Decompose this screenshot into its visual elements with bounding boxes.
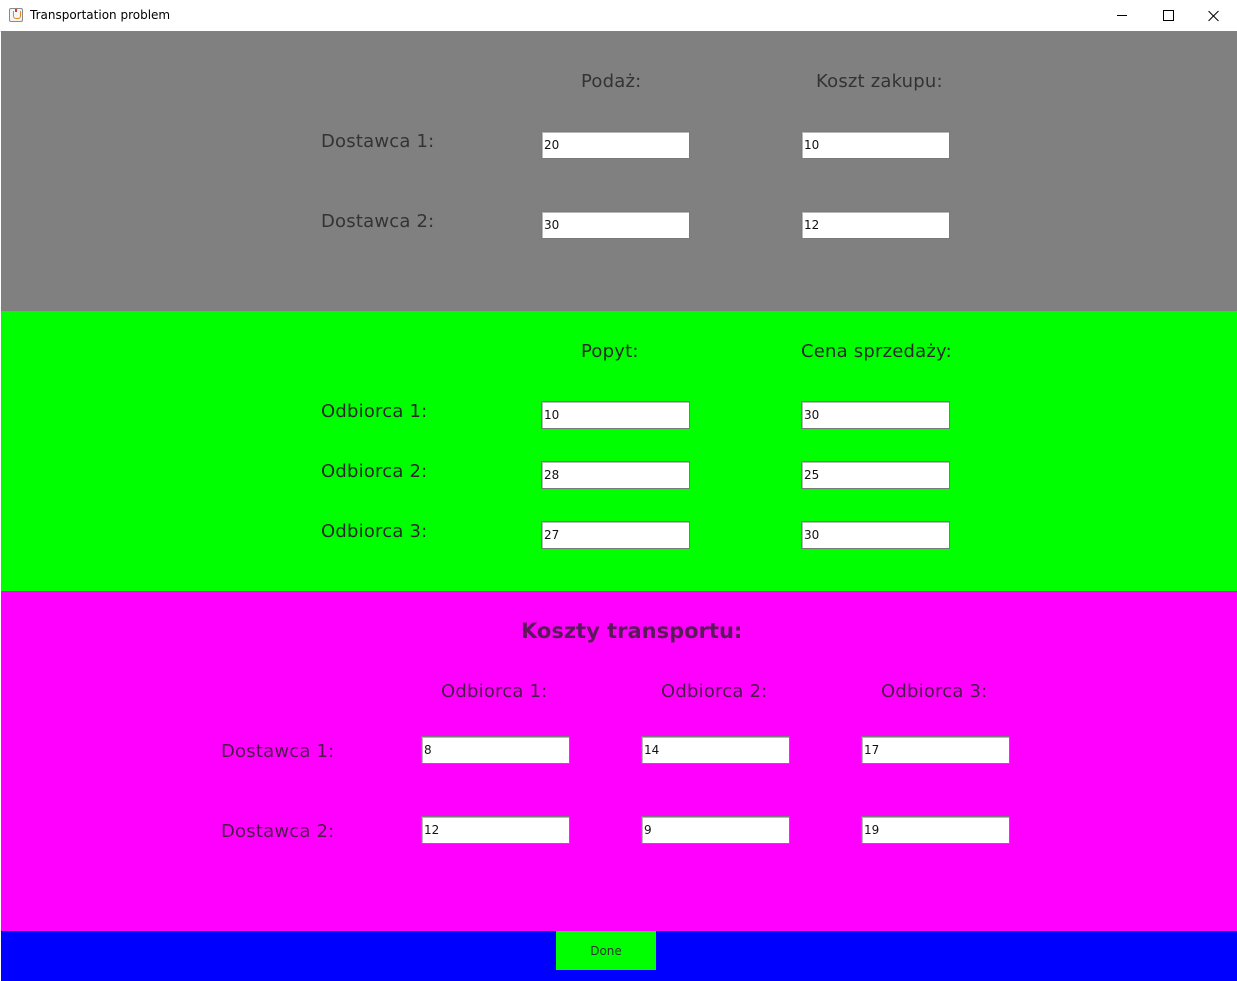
- close-icon: [1208, 10, 1220, 22]
- done-button[interactable]: Done: [556, 931, 656, 970]
- transport-cost-s1-r3[interactable]: [861, 736, 1010, 764]
- supplier-1-label: Dostawca 1:: [321, 131, 435, 152]
- recipient-1-label: Odbiorca 1:: [321, 401, 428, 422]
- maximize-icon: [1162, 10, 1174, 21]
- recipient-2-label: Odbiorca 2:: [321, 461, 428, 482]
- transport-costs-panel: Koszty transportu: Odbiorca 1: Odbiorca …: [1, 591, 1237, 931]
- minimize-button[interactable]: [1099, 0, 1145, 31]
- java-coffee-icon: [9, 8, 23, 22]
- transport-row-supplier-2: Dostawca 2:: [221, 821, 335, 842]
- recipient-1-demand-field[interactable]: [541, 401, 690, 429]
- recipient-3-price-field[interactable]: [801, 521, 950, 549]
- supplier-2-supply-field[interactable]: [541, 211, 690, 239]
- recipient-1-price-field[interactable]: [801, 401, 950, 429]
- minimize-icon: [1117, 15, 1127, 16]
- supplier-1-supply-field[interactable]: [541, 131, 690, 159]
- transport-cost-s2-r2[interactable]: [641, 816, 790, 844]
- recipient-2-demand-field[interactable]: [541, 461, 690, 489]
- recipient-3-label: Odbiorca 3:: [321, 521, 428, 542]
- maximize-button[interactable]: [1145, 0, 1191, 31]
- window-titlebar: Transportation problem: [0, 0, 1237, 32]
- transport-cost-s2-r1[interactable]: [421, 816, 570, 844]
- transport-row-supplier-1: Dostawca 1:: [221, 741, 335, 762]
- supply-panel: Podaż: Koszt zakupu: Dostawca 1: Dostawc…: [1, 31, 1237, 311]
- supplier-2-label: Dostawca 2:: [321, 211, 435, 232]
- recipient-3-demand-field[interactable]: [541, 521, 690, 549]
- supplier-1-cost-field[interactable]: [801, 131, 950, 159]
- transport-costs-title: Koszty transportu:: [521, 619, 743, 643]
- transport-cost-s1-r2[interactable]: [641, 736, 790, 764]
- window-title: Transportation problem: [30, 8, 171, 22]
- supplier-2-cost-field[interactable]: [801, 211, 950, 239]
- supply-header: Podaż:: [581, 71, 642, 92]
- transport-column-recipient-3: Odbiorca 3:: [881, 681, 988, 702]
- transport-cost-s1-r1[interactable]: [421, 736, 570, 764]
- transport-column-recipient-1: Odbiorca 1:: [441, 681, 548, 702]
- recipient-2-price-field[interactable]: [801, 461, 950, 489]
- sale-price-header: Cena sprzedaży:: [801, 341, 952, 362]
- transport-column-recipient-2: Odbiorca 2:: [661, 681, 768, 702]
- demand-panel: Popyt: Cena sprzedaży: Odbiorca 1: Odbio…: [1, 311, 1237, 591]
- purchase-cost-header: Koszt zakupu:: [816, 71, 943, 92]
- transport-cost-s2-r3[interactable]: [861, 816, 1010, 844]
- close-button[interactable]: [1191, 0, 1237, 31]
- demand-header: Popyt:: [581, 341, 639, 362]
